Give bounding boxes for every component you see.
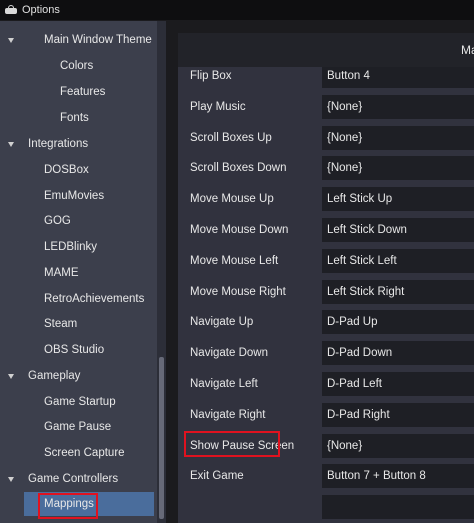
tree-scrollbar[interactable] [157, 21, 166, 523]
mapping-label: Move Mouse Up [190, 193, 274, 205]
tree-item-label: Integrations [28, 138, 89, 150]
mapping-value-field[interactable]: Left Stick Right [322, 280, 474, 304]
tree-item-mame[interactable]: MAME [0, 261, 156, 285]
tree-item-label: Fonts [60, 112, 89, 124]
panel-header: Ma [178, 33, 474, 67]
tree-item-game-controllers[interactable]: Game Controllers [0, 467, 156, 491]
mapping-value-field[interactable] [322, 495, 474, 519]
mapping-value-field[interactable]: Button 7 + Button 8 [322, 464, 474, 488]
mapping-value-field[interactable]: D-Pad Down [322, 341, 474, 365]
settings-area: Ma Flip Box Button 4 Play Music {None} Scrol… [166, 21, 474, 523]
expand-arrow-icon[interactable] [8, 374, 14, 379]
mapping-label: Exit Game [190, 470, 244, 482]
mappings-highlight-box [38, 493, 98, 519]
mappings-list: Flip Box Button 4 Play Music {None} Scroll B… [178, 67, 474, 523]
mapping-value-field[interactable]: {None} [322, 126, 474, 150]
expand-arrow-icon[interactable] [8, 142, 14, 147]
tree-item-game-pause[interactable]: Game Pause [0, 415, 156, 439]
tree-item-gog[interactable]: GOG [0, 209, 156, 233]
mapping-value-field[interactable]: D-Pad Left [322, 372, 474, 396]
gamepad-icon [5, 4, 17, 16]
tree-item-label: Game Startup [44, 396, 116, 408]
mapping-label: Scroll Boxes Down [190, 162, 287, 174]
mapping-value-field[interactable]: Left Stick Up [322, 187, 474, 211]
tree-item-label: Main Window Theme [44, 34, 152, 46]
mapping-label: Flip Box [190, 70, 232, 82]
tree-item-dosbox[interactable]: DOSBox [0, 158, 156, 182]
tree-item-ledblinky[interactable]: LEDBlinky [0, 235, 156, 259]
mapping-value-field[interactable]: D-Pad Right [322, 403, 474, 427]
tree-item-retroachievements[interactable]: RetroAchievements [0, 287, 156, 311]
mapping-label: Move Mouse Down [190, 224, 289, 236]
mapping-value-field[interactable]: {None} [322, 95, 474, 119]
mapping-label: Navigate Right [190, 409, 266, 421]
tree-item-label: Game Pause [44, 421, 112, 433]
mapping-value-field[interactable]: Left Stick Down [322, 218, 474, 242]
panel-header-title: Ma [461, 43, 474, 57]
title-bar: Options [0, 0, 474, 20]
tree-item-label: OBS Studio [44, 344, 105, 356]
tree-item-emumovies[interactable]: EmuMovies [0, 184, 156, 208]
tree-item-label: LEDBlinky [44, 241, 98, 253]
tree-item-game-startup[interactable]: Game Startup [0, 390, 156, 414]
mapping-label: Scroll Boxes Up [190, 132, 272, 144]
tree-item-label: RetroAchievements [44, 293, 145, 305]
tree-item-features[interactable]: Features [0, 80, 156, 104]
mapping-label: Move Mouse Left [190, 255, 279, 267]
mapping-value-field[interactable]: {None} [322, 434, 474, 458]
expand-arrow-icon[interactable] [8, 38, 14, 43]
mapping-label: Play Music [190, 101, 246, 113]
mapping-value-field[interactable]: Left Stick Left [322, 249, 474, 273]
tree-item-label: MAME [44, 267, 79, 279]
mapping-label: Navigate Left [190, 378, 258, 390]
tree-item-colors[interactable]: Colors [0, 54, 156, 78]
mapping-value-field[interactable]: {None} [322, 156, 474, 180]
window-title: Options [22, 4, 60, 16]
tree-item-obs-studio[interactable]: OBS Studio [0, 338, 156, 362]
tree-item-gameplay[interactable]: Gameplay [0, 364, 156, 388]
tree-item-steam[interactable]: Steam [0, 312, 156, 336]
mapping-value-field[interactable]: D-Pad Up [322, 310, 474, 334]
tree-item-label: GOG [44, 215, 71, 227]
tree-item-label: Colors [60, 60, 94, 72]
tree-item-label: Features [60, 86, 106, 98]
mapping-label: Navigate Down [190, 347, 268, 359]
tree-item-label: Game Controllers [28, 473, 119, 485]
tree-item-label: Gameplay [28, 370, 81, 382]
tree-item-main-window-theme[interactable]: Main Window Theme [0, 28, 156, 52]
tree-item-label: EmuMovies [44, 190, 105, 202]
mapping-label: Move Mouse Right [190, 286, 286, 298]
show-pause-screen-highlight-box [184, 431, 280, 457]
options-tree[interactable]: Main Window Theme Colors Features Fonts Inte… [0, 21, 166, 523]
tree-scrollbar-thumb[interactable] [159, 357, 164, 519]
mapping-label: Navigate Up [190, 316, 254, 328]
tree-item-label: Screen Capture [44, 447, 125, 459]
mappings-panel: Ma Flip Box Button 4 Play Music {None} Scrol… [178, 33, 474, 523]
tree-item-label: Steam [44, 318, 78, 330]
tree-item-label: DOSBox [44, 164, 89, 176]
tree-item-fonts[interactable]: Fonts [0, 106, 156, 130]
tree-item-integrations[interactable]: Integrations [0, 132, 156, 156]
mapping-value-field[interactable]: Button 4 [322, 67, 474, 88]
expand-arrow-icon[interactable] [8, 477, 14, 482]
tree-item-screen-capture[interactable]: Screen Capture [0, 441, 156, 465]
